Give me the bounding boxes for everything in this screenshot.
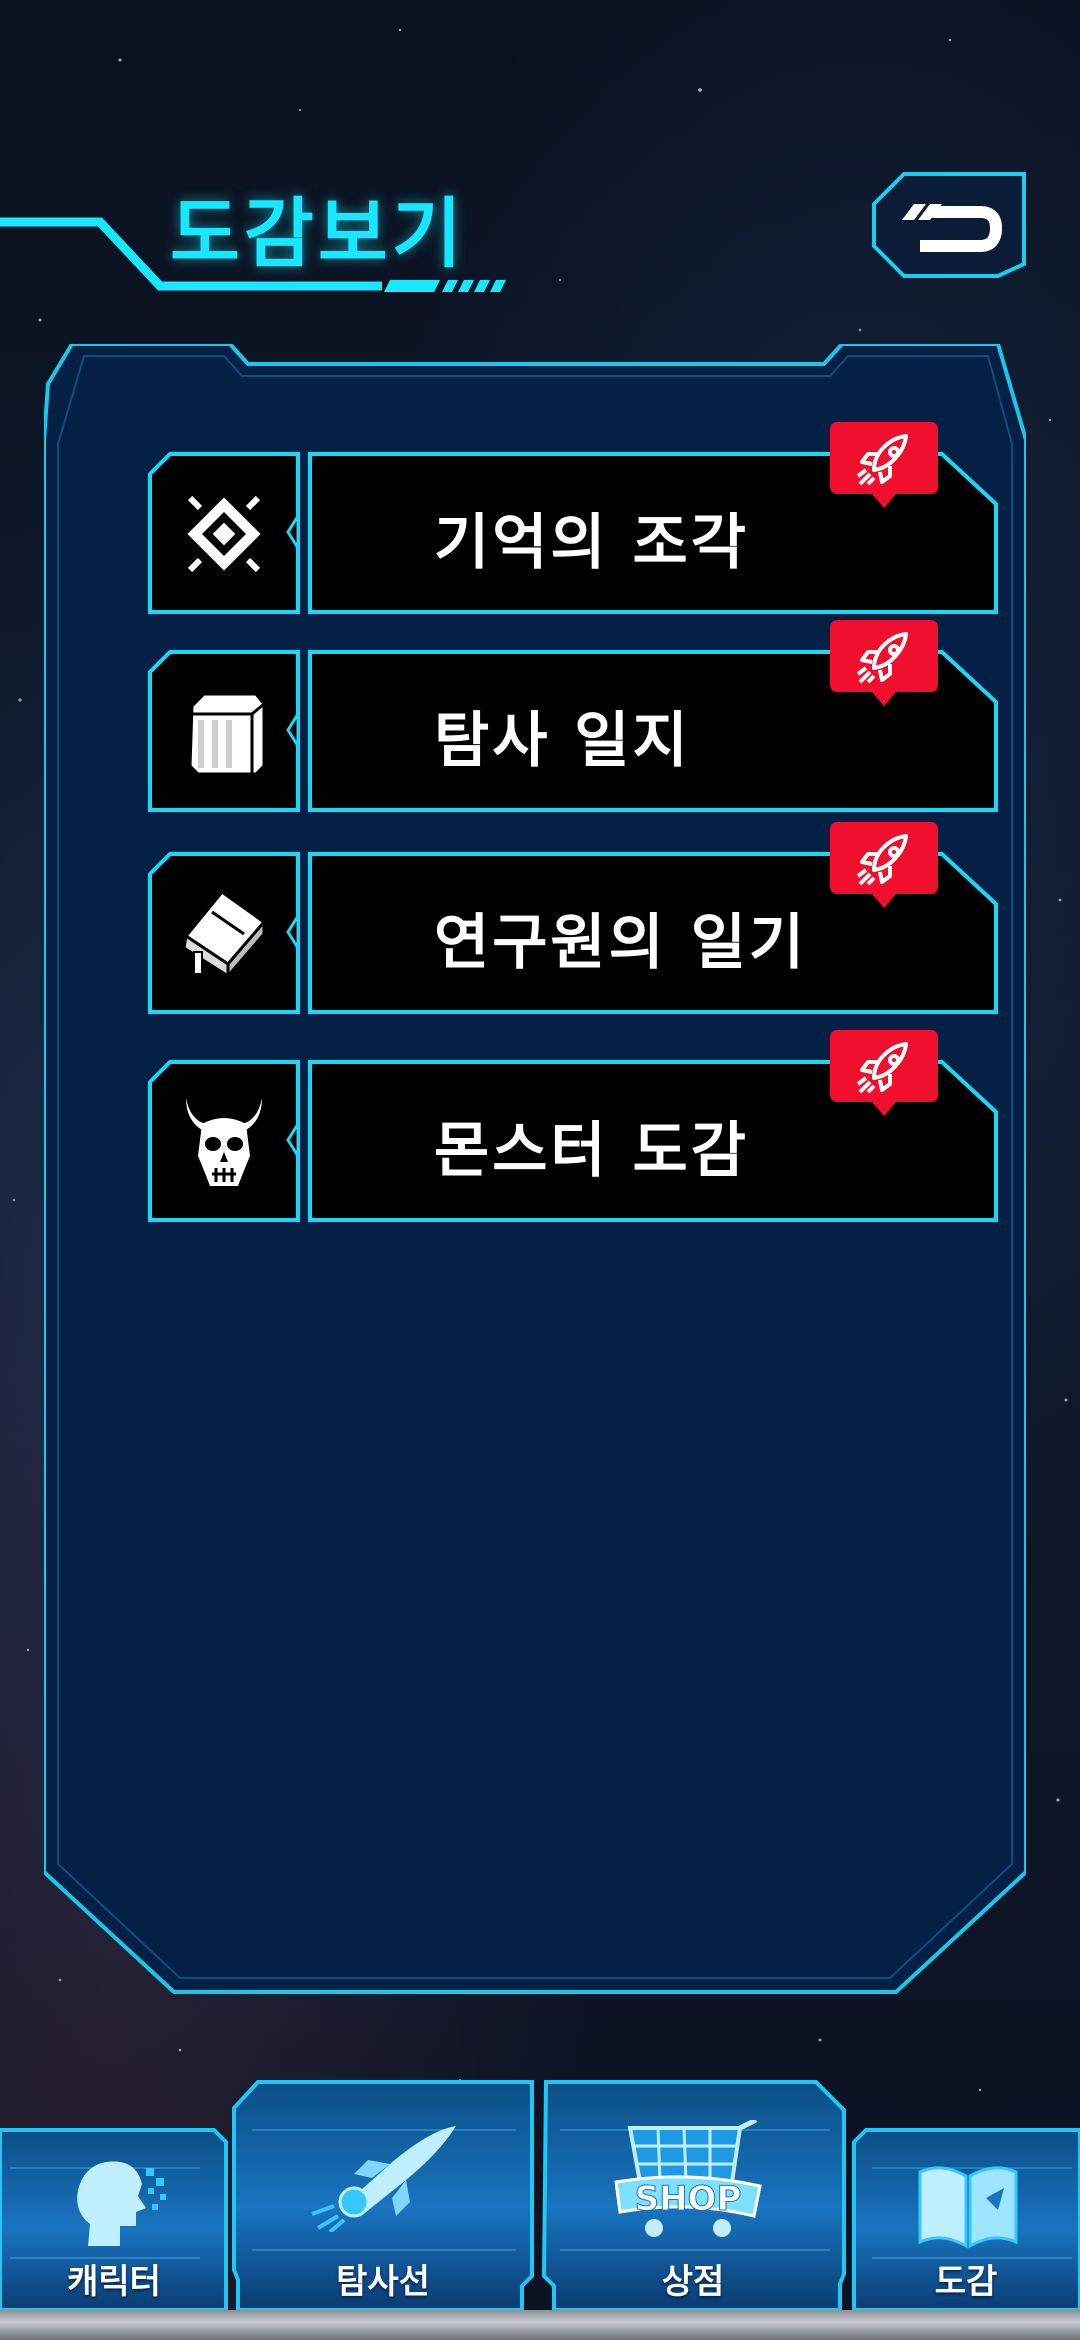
- entry-label: 연구원의 일기: [434, 908, 808, 978]
- new-badge: [830, 822, 938, 908]
- memory-fragment-icon: [184, 494, 264, 574]
- tab-label: 상점: [661, 2262, 725, 2302]
- entry-label: 기억의 조각: [434, 508, 749, 578]
- tab-encyclopedia[interactable]: 도감: [852, 2128, 1080, 2310]
- tab-spaceship[interactable]: 탐사선: [232, 2080, 534, 2310]
- collection-panel: 기억의 조각 탐사 일지 연구원의 일기 몬스터 도감: [44, 344, 1026, 2000]
- tab-label: 도감: [934, 2262, 998, 2302]
- monster-skull-icon: [186, 1098, 262, 1186]
- entry-icon-box: [144, 1060, 304, 1224]
- entry-icon-box: [144, 650, 304, 814]
- shop-cart-icon: SHOP: [614, 2120, 762, 2237]
- shop-icon-text: SHOP: [635, 2179, 742, 2219]
- new-badge: [830, 422, 938, 508]
- entry-label: 몬스터 도감: [434, 1116, 749, 1186]
- page-title: 도감보기: [170, 189, 466, 278]
- back-button[interactable]: [868, 168, 1030, 280]
- entry-icon-box: [144, 452, 304, 616]
- tab-shop[interactable]: SHOP 상점: [540, 2080, 846, 2310]
- new-badge: [830, 620, 938, 706]
- entry-monster-encyclopedia[interactable]: 몬스터 도감: [144, 1030, 1000, 1224]
- entry-label: 탐사 일지: [434, 706, 691, 776]
- entry-exploration-log[interactable]: 탐사 일지: [144, 620, 1000, 814]
- spaceship-icon: [311, 2126, 456, 2232]
- back-arrow-icon: [902, 204, 1002, 252]
- entry-researcher-diary[interactable]: 연구원의 일기: [144, 822, 1000, 1016]
- bottom-edge: [0, 2310, 1080, 2340]
- crate-icon: [188, 692, 266, 776]
- tab-label: 탐사선: [336, 2262, 430, 2302]
- tab-character[interactable]: 캐릭터: [0, 2128, 228, 2310]
- diary-book-icon: [182, 889, 267, 981]
- open-book-icon: [918, 2166, 1018, 2249]
- entry-icon-box: [144, 852, 304, 1016]
- new-badge: [830, 1030, 938, 1116]
- tab-label: 캐릭터: [67, 2262, 161, 2302]
- entry-memory-fragments[interactable]: 기억의 조각: [144, 422, 1000, 616]
- character-head-icon: [77, 2161, 166, 2246]
